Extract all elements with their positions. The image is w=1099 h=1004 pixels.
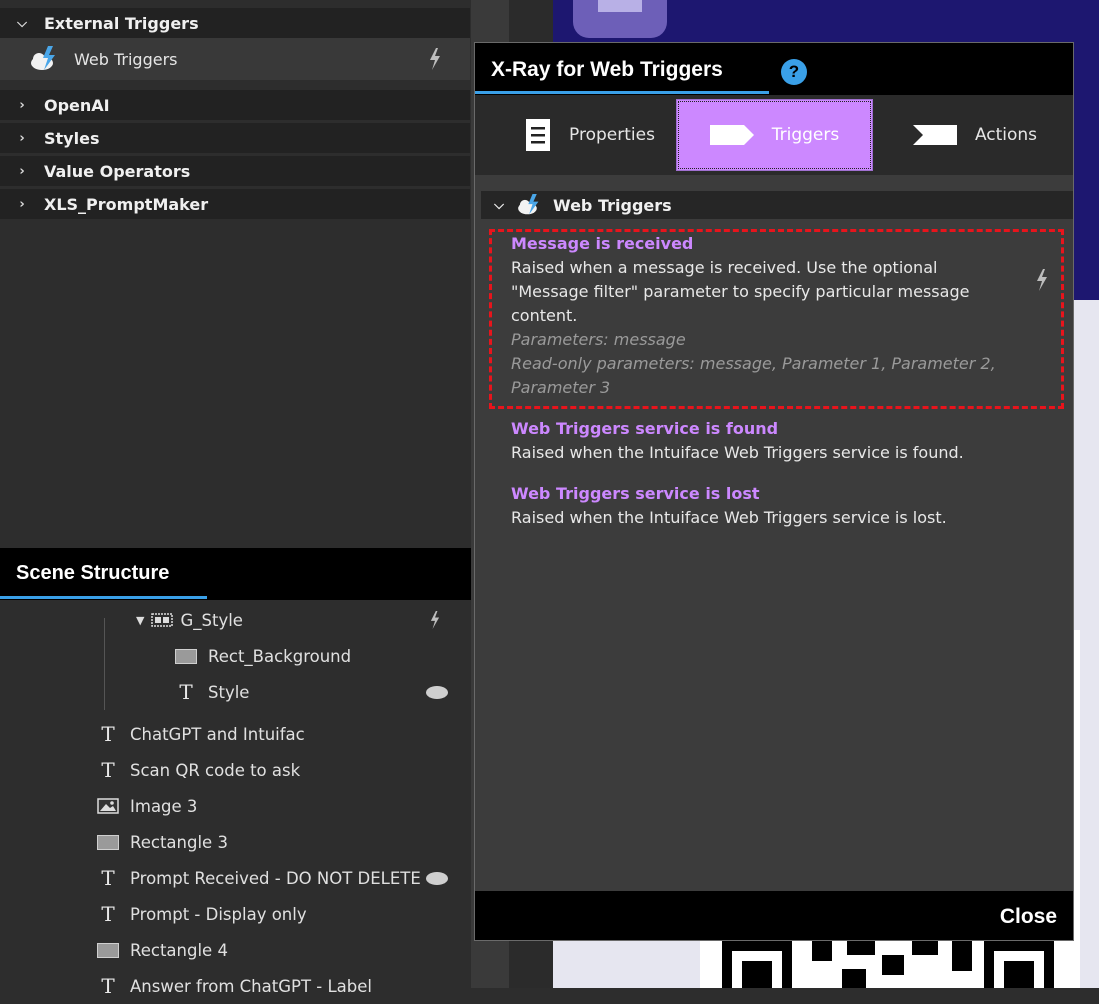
library-panel: ⌵ External Triggers Web Triggers › OpenA… xyxy=(0,0,471,548)
tree-item-label: Rect_Background xyxy=(208,646,352,666)
scene-structure-underline xyxy=(0,596,207,599)
tree-item-image-3[interactable]: Image 3 xyxy=(96,788,197,824)
tree-item-style[interactable]: T Style xyxy=(174,674,249,710)
tree-item-rectangle-4[interactable]: Rectangle 4 xyxy=(96,932,228,968)
text-icon: T xyxy=(101,758,115,782)
tree-item-answer-label[interactable]: T Answer from ChatGPT - Label xyxy=(96,968,372,1004)
trigger-name: Web Triggers service is lost xyxy=(511,484,760,503)
tree-item-label: Prompt - Display only xyxy=(130,904,307,924)
chevron-down-icon: ⌵ xyxy=(494,197,504,213)
tab-label: Actions xyxy=(974,125,1038,145)
tree-item-scan-qr[interactable]: T Scan QR code to ask xyxy=(96,752,300,788)
tree-item-label: Scan QR code to ask xyxy=(130,760,301,780)
help-icon[interactable]: ? xyxy=(781,59,807,85)
tree-item-label: ChatGPT and Intuifac xyxy=(130,724,305,744)
tree-item-label: Image 3 xyxy=(130,796,198,816)
trigger-readonly-parameters: Read-only parameters: message, Parameter… xyxy=(511,354,996,397)
web-triggers-icon xyxy=(30,46,74,72)
tree-item-prompt-display[interactable]: T Prompt - Display only xyxy=(96,896,307,932)
tree-item-label: Rectangle 4 xyxy=(130,940,228,960)
scene-structure-header: Scene Structure xyxy=(0,548,471,600)
rectangle-icon xyxy=(174,644,198,668)
tab-properties[interactable]: Properties xyxy=(505,99,675,171)
tree-guide-line xyxy=(104,618,105,710)
rectangle-icon xyxy=(96,830,120,854)
trigger-parameters: Parameters: message xyxy=(511,330,686,349)
tree-item-rectangle-3[interactable]: Rectangle 3 xyxy=(96,824,228,860)
hidden-eye-icon[interactable] xyxy=(426,872,448,885)
chevron-right-icon: › xyxy=(19,130,25,146)
trigger-description: Raised when the Intuiface Web Triggers s… xyxy=(511,508,947,527)
lightning-bolt-icon[interactable] xyxy=(1035,269,1049,291)
chevron-down-icon: ⌵ xyxy=(17,15,27,31)
rectangle-icon xyxy=(96,938,120,962)
category-value-operators[interactable]: › Value Operators xyxy=(0,156,470,186)
xray-title: X-Ray for Web Triggers xyxy=(491,58,723,81)
tree-item-label: Prompt Received - DO NOT DELETE xyxy=(130,868,421,888)
text-icon: T xyxy=(101,722,115,746)
trigger-name: Web Triggers service is found xyxy=(511,419,779,438)
tree-item-prompt-received[interactable]: T Prompt Received - DO NOT DELETE xyxy=(96,860,421,896)
library-item-label: Web Triggers xyxy=(74,49,178,69)
chevron-right-icon: › xyxy=(19,196,25,212)
xray-footer: Close xyxy=(475,891,1073,940)
lightning-bolt-icon xyxy=(430,48,440,70)
library-item-web-triggers[interactable]: Web Triggers xyxy=(0,38,470,80)
trigger-description: Raised when a message is received. Use t… xyxy=(511,258,970,325)
trigger-description: Raised when the Intuiface Web Triggers s… xyxy=(511,443,964,462)
category-xls-promptmaker[interactable]: › XLS_PromptMaker xyxy=(0,189,470,219)
tree-item-chatgpt-and-intuifac[interactable]: T ChatGPT and Intuifac xyxy=(96,716,305,752)
chevron-right-icon: › xyxy=(19,97,25,113)
expand-triangle-icon[interactable]: ▼ xyxy=(136,614,144,627)
trigger-message-received[interactable]: Message is received Raised when a messag… xyxy=(511,232,1011,400)
category-openai[interactable]: › OpenAI xyxy=(0,90,470,120)
hidden-eye-icon[interactable] xyxy=(426,686,448,699)
xray-dialog: X-Ray for Web Triggers ? Properties Trig… xyxy=(474,42,1074,941)
text-icon: T xyxy=(101,866,115,890)
qr-code-image xyxy=(722,941,1054,988)
tree-item-label: Rectangle 3 xyxy=(130,832,228,852)
tree-item-g-style[interactable]: ▼ G_Style xyxy=(136,602,243,638)
web-triggers-icon xyxy=(517,194,543,216)
group-icon xyxy=(150,608,174,632)
tree-item-label: G_Style xyxy=(180,610,243,630)
chevron-right-icon: › xyxy=(19,163,25,179)
category-label: OpenAI xyxy=(44,95,110,115)
xray-tabbar: Properties Triggers Actions xyxy=(475,95,1073,175)
tree-item-label: Style xyxy=(208,682,250,702)
tab-actions[interactable]: Actions xyxy=(905,99,1045,171)
trigger-service-found[interactable]: Web Triggers service is found Raised whe… xyxy=(511,417,1011,465)
xray-title-underline xyxy=(475,91,769,94)
text-icon: T xyxy=(179,680,193,704)
trigger-service-lost[interactable]: Web Triggers service is lost Raised when… xyxy=(511,482,1011,530)
tree-item-rect-background[interactable]: Rect_Background xyxy=(174,638,351,674)
action-arrow-icon xyxy=(912,125,957,145)
canvas-app-icon-detail xyxy=(598,0,642,12)
trigger-arrow-icon xyxy=(709,125,754,145)
close-button[interactable]: Close xyxy=(1000,905,1057,929)
category-label: External Triggers xyxy=(44,13,199,33)
text-icon: T xyxy=(101,974,115,998)
section-web-triggers[interactable]: ⌵ Web Triggers xyxy=(481,191,1073,219)
section-title: Web Triggers xyxy=(553,195,672,215)
lightning-bolt-icon xyxy=(430,611,440,629)
trigger-name: Message is received xyxy=(511,234,694,253)
xray-header: X-Ray for Web Triggers ? xyxy=(475,43,1073,95)
category-styles[interactable]: › Styles xyxy=(0,123,470,153)
text-icon: T xyxy=(101,902,115,926)
tab-triggers[interactable]: Triggers xyxy=(676,99,873,171)
category-label: XLS_PromptMaker xyxy=(44,194,209,214)
category-external-triggers[interactable]: ⌵ External Triggers xyxy=(0,8,470,38)
tree-item-label: Answer from ChatGPT - Label xyxy=(130,976,372,996)
category-label: Styles xyxy=(44,128,100,148)
scene-structure-title: Scene Structure xyxy=(16,562,170,584)
category-label: Value Operators xyxy=(44,161,191,181)
image-icon xyxy=(96,794,120,818)
tab-label: Triggers xyxy=(771,125,840,145)
document-icon xyxy=(525,118,551,152)
tab-label: Properties xyxy=(569,125,655,145)
